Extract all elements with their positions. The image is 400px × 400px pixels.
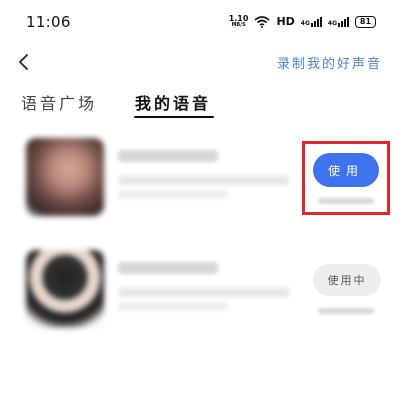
header: 录制我的好声音 <box>0 44 400 80</box>
voice-title-blurred <box>118 150 218 162</box>
voice-description-blurred <box>118 288 290 297</box>
avatar <box>26 250 104 328</box>
hd-indicator: HD <box>276 15 295 28</box>
voice-description-blurred <box>118 190 228 198</box>
voice-description-blurred <box>118 302 228 310</box>
avatar <box>26 138 104 216</box>
network-speed: 1.10 MB/S <box>229 15 249 29</box>
list-item: 使用中 <box>0 242 400 342</box>
voice-description-blurred <box>118 176 290 185</box>
tab-active-indicator <box>134 116 214 118</box>
signal-icon-1: 4G <box>301 17 322 27</box>
status-icons: 1.10 MB/S HD 4G 4G 81 <box>229 15 376 29</box>
status-bar: 11:06 1.10 MB/S HD 4G 4G 81 <box>0 0 400 40</box>
status-time: 11:06 <box>26 13 71 31</box>
tab-voice-plaza[interactable]: 语音广场 <box>21 90 97 114</box>
tab-my-voice[interactable]: 我的语音 <box>135 90 211 114</box>
network-speed-unit: MB/S <box>231 22 246 28</box>
usage-count-blurred <box>318 308 374 314</box>
in-use-button[interactable]: 使用中 <box>313 264 381 296</box>
voice-title-blurred <box>118 262 218 274</box>
chevron-left-icon[interactable] <box>14 52 34 72</box>
usage-count-blurred <box>318 198 374 204</box>
tab-bar: 语音广场 我的语音 <box>0 82 400 122</box>
signal-2-label: 4G <box>327 20 337 27</box>
signal-icon-2: 4G <box>328 17 349 27</box>
list-item: 使用 <box>0 130 400 230</box>
battery-icon: 81 <box>355 16 376 28</box>
wifi-icon <box>254 16 270 28</box>
record-voice-link[interactable]: 录制我的好声音 <box>277 53 382 72</box>
signal-1-label: 4G <box>300 20 310 27</box>
use-button[interactable]: 使用 <box>313 153 379 187</box>
